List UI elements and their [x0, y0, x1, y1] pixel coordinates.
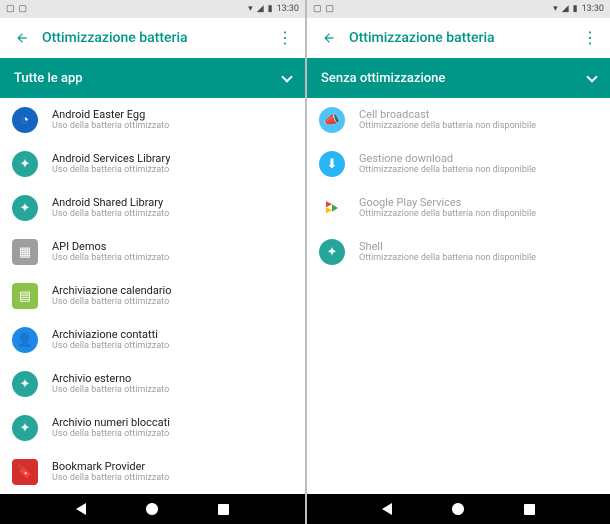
- status-time: 13:30: [277, 4, 299, 14]
- app-list-item[interactable]: ▦ API DemosUso della batteria ottimizzato: [0, 230, 305, 274]
- app-list: 📣Cell broadcastOttimizzazione della batt…: [307, 98, 610, 524]
- battery-icon: ▮: [573, 4, 578, 14]
- phone-left: ▢ ▢ ▾ ◢ ▮ 13:30 Ottimizzazione batteria …: [0, 0, 305, 524]
- app-icon: ✦: [12, 415, 38, 441]
- app-list-item[interactable]: ◔ Android Easter EggUso della batteria ot…: [0, 98, 305, 142]
- wifi-icon: ▾: [553, 4, 558, 14]
- app-list-item[interactable]: ✦ ShellOttimizzazione della batteria non …: [307, 230, 610, 274]
- nav-home-button[interactable]: [452, 503, 464, 515]
- app-subtitle: Uso della batteria ottimizzato: [52, 473, 169, 485]
- nav-back-button[interactable]: [76, 503, 86, 515]
- chevron-down-icon: [281, 71, 292, 82]
- status-notif-icon: ▢: [6, 4, 15, 14]
- app-name: Cell broadcast: [359, 108, 536, 121]
- status-notif-icon: ▢: [326, 4, 335, 14]
- nav-recent-button[interactable]: [218, 504, 229, 515]
- app-icon: 👤: [12, 327, 38, 353]
- app-list-item[interactable]: ✦ Archivio esternoUso della batteria otti…: [0, 362, 305, 406]
- overflow-menu-button[interactable]: ⋮: [578, 30, 602, 46]
- app-name: Archiviazione contatti: [52, 328, 169, 341]
- status-time: 13:30: [582, 4, 604, 14]
- app-name: Archivio numeri bloccati: [52, 416, 170, 429]
- app-subtitle: Ottimizzazione della batteria non dispon…: [359, 121, 536, 133]
- app-subtitle: Ottimizzazione della batteria non dispon…: [359, 165, 536, 177]
- status-notif-icon: ▢: [19, 4, 28, 14]
- nav-bar: [0, 494, 305, 524]
- app-list-item[interactable]: Google Play ServicesOttimizzazione della…: [307, 186, 610, 230]
- app-subtitle: Uso della batteria ottimizzato: [52, 341, 169, 353]
- app-name: Archivio esterno: [52, 372, 169, 385]
- nav-home-button[interactable]: [146, 503, 158, 515]
- wifi-icon: ▾: [248, 4, 253, 14]
- app-name: Archiviazione calendario: [52, 284, 172, 297]
- app-icon: ⬇: [319, 151, 345, 177]
- app-list-item[interactable]: ✦ Android Shared LibraryUso della batteri…: [0, 186, 305, 230]
- nav-back-button[interactable]: [382, 503, 392, 515]
- filter-dropdown-label: Senza ottimizzazione: [321, 71, 445, 86]
- battery-icon: ▮: [268, 4, 273, 14]
- nav-bar: [307, 494, 610, 524]
- app-icon: ▤: [12, 283, 38, 309]
- app-list-item[interactable]: ✦ Android Services LibraryUso della batte…: [0, 142, 305, 186]
- app-name: Android Shared Library: [52, 196, 169, 209]
- app-name: Shell: [359, 240, 536, 253]
- app-icon: ✦: [319, 239, 345, 265]
- signal-icon: ◢: [257, 4, 264, 14]
- app-bar: Ottimizzazione batteria ⋮: [0, 18, 305, 58]
- status-notif-icon: ▢: [313, 4, 322, 14]
- app-icon: 🔖: [12, 459, 38, 485]
- nav-recent-button[interactable]: [524, 504, 535, 515]
- app-list-item[interactable]: ⬇ Gestione downloadOttimizzazione della b…: [307, 142, 610, 186]
- status-bar: ▢ ▢ ▾ ◢ ▮ 13:30: [0, 0, 305, 18]
- app-subtitle: Uso della batteria ottimizzato: [52, 165, 170, 177]
- app-subtitle: Uso della batteria ottimizzato: [52, 253, 169, 265]
- back-button[interactable]: [315, 31, 343, 45]
- status-bar: ▢ ▢ ▾ ◢ ▮ 13:30: [307, 0, 610, 18]
- app-name: Android Services Library: [52, 152, 170, 165]
- app-subtitle: Ottimizzazione della batteria non dispon…: [359, 209, 536, 221]
- phone-right: ▢ ▢ ▾ ◢ ▮ 13:30 Ottimizzazione batteria …: [305, 0, 610, 524]
- filter-dropdown[interactable]: Senza ottimizzazione: [307, 58, 610, 98]
- app-subtitle: Uso della batteria ottimizzato: [52, 385, 169, 397]
- app-list-item[interactable]: 👤 Archiviazione contattiUso della batteri…: [0, 318, 305, 362]
- overflow-menu-button[interactable]: ⋮: [273, 30, 297, 46]
- app-name: Gestione download: [359, 152, 536, 165]
- app-list-item[interactable]: 📣 Cell broadcastOttimizzazione della batt…: [307, 98, 610, 142]
- app-icon: ✦: [12, 151, 38, 177]
- app-subtitle: Ottimizzazione della batteria non dispon…: [359, 253, 536, 265]
- app-icon: 📣: [319, 107, 345, 133]
- app-list-item[interactable]: ▤ Archiviazione calendarioUso della batte…: [0, 274, 305, 318]
- app-name: Bookmark Provider: [52, 460, 169, 473]
- filter-dropdown[interactable]: Tutte le app: [0, 58, 305, 98]
- app-icon: ✦: [12, 195, 38, 221]
- app-name: Android Easter Egg: [52, 108, 169, 121]
- app-icon: ◔: [12, 107, 38, 133]
- app-list-item[interactable]: 🔖 Bookmark ProviderUso della batteria ott…: [0, 450, 305, 494]
- app-subtitle: Uso della batteria ottimizzato: [52, 121, 169, 133]
- back-button[interactable]: [8, 31, 36, 45]
- app-icon: [319, 195, 345, 221]
- app-subtitle: Uso della batteria ottimizzato: [52, 297, 172, 309]
- filter-dropdown-label: Tutte le app: [14, 71, 83, 86]
- app-icon: ✦: [12, 371, 38, 397]
- app-subtitle: Uso della batteria ottimizzato: [52, 429, 170, 441]
- app-subtitle: Uso della batteria ottimizzato: [52, 209, 169, 221]
- app-icon: ▦: [12, 239, 38, 265]
- appbar-title: Ottimizzazione batteria: [36, 30, 273, 46]
- signal-icon: ◢: [562, 4, 569, 14]
- app-name: Google Play Services: [359, 196, 536, 209]
- app-list: ◔Android Easter EggUso della batteria ot…: [0, 98, 305, 524]
- appbar-title: Ottimizzazione batteria: [343, 30, 578, 46]
- app-bar: Ottimizzazione batteria ⋮: [307, 18, 610, 58]
- app-name: API Demos: [52, 240, 169, 253]
- chevron-down-icon: [586, 71, 597, 82]
- app-list-item[interactable]: ✦ Archivio numeri bloccatiUso della batte…: [0, 406, 305, 450]
